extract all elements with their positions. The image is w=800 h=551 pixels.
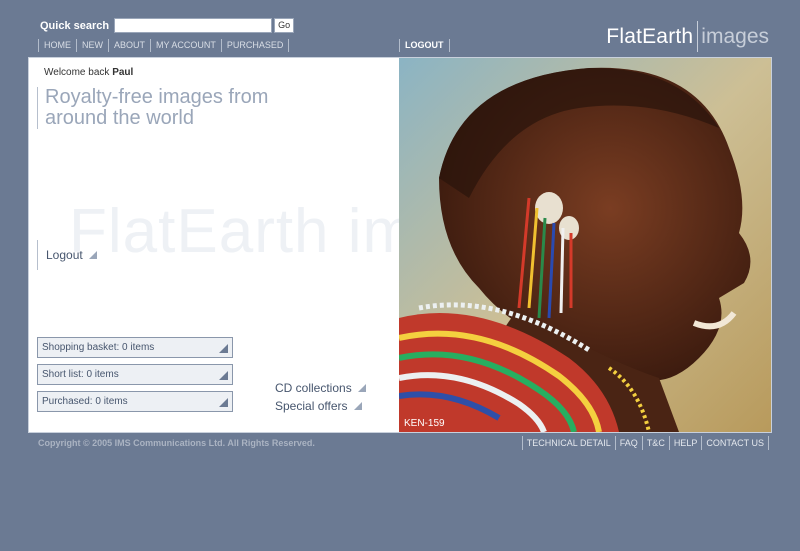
nav-about[interactable]: ABOUT [108,39,150,52]
quick-search: Quick search Go [40,18,295,33]
search-input[interactable] [114,18,273,33]
nav-my-account[interactable]: MY ACCOUNT [150,39,221,52]
portrait-image [399,58,771,432]
welcome-prefix: Welcome back [44,67,110,78]
top-nav: HOME NEW ABOUT MY ACCOUNT PURCHASED [38,39,290,52]
footer-nav: TECHNICAL DETAIL FAQ T&C HELP CONTACT US [521,436,769,450]
arrow-icon [219,344,228,353]
footer-help[interactable]: HELP [668,436,702,450]
logout-label: Logout [46,248,83,262]
cd-collections-label: CD collections [275,381,352,395]
main-panel: FlatEarth images Welcome back Paul Royal… [28,57,772,433]
tagline: Royalty-free images from around the worl… [37,87,305,129]
logo-text-images: images [701,24,769,48]
arrow-icon [353,402,362,410]
nav-new[interactable]: NEW [76,39,108,52]
special-offers-link[interactable]: Special offers [275,399,362,413]
logo-text-flatearth: FlatEarth [606,24,694,48]
short-list-box[interactable]: Short list: 0 items [37,364,233,385]
special-offers-label: Special offers [275,399,348,413]
site-logo[interactable]: FlatEarth images [606,21,769,52]
photo-code: KEN-159 [404,418,445,429]
arrow-icon [88,251,97,259]
footer-faq[interactable]: FAQ [614,436,642,450]
welcome-username: Paul [112,67,134,78]
arrow-icon [219,371,228,380]
footer-contact-us[interactable]: CONTACT US [701,436,769,450]
short-list-label: Short list: 0 items [42,369,119,380]
arrow-icon [357,384,366,392]
purchased-box[interactable]: Purchased: 0 items [37,391,233,412]
shopping-basket-box[interactable]: Shopping basket: 0 items [37,337,233,358]
cd-collections-link[interactable]: CD collections [275,381,366,395]
go-button[interactable]: Go [274,18,295,33]
logout-top-link[interactable]: LOGOUT [399,39,450,52]
logo-divider [697,21,699,52]
search-label: Quick search [40,19,110,32]
logout-side-link[interactable]: Logout [37,240,97,270]
footer-tc[interactable]: T&C [641,436,669,450]
nav-home[interactable]: HOME [38,39,76,52]
nav-purchased[interactable]: PURCHASED [220,39,290,52]
footer-technical-detail[interactable]: TECHNICAL DETAIL [521,436,615,450]
copyright-text: Copyright © 2005 IMS Communications Ltd.… [38,438,315,448]
arrow-icon [219,398,228,407]
purchased-label: Purchased: 0 items [42,396,128,407]
featured-photo[interactable]: KEN-159 [399,58,771,432]
welcome-message: Welcome back Paul [44,67,133,78]
shopping-basket-label: Shopping basket: 0 items [42,342,155,353]
